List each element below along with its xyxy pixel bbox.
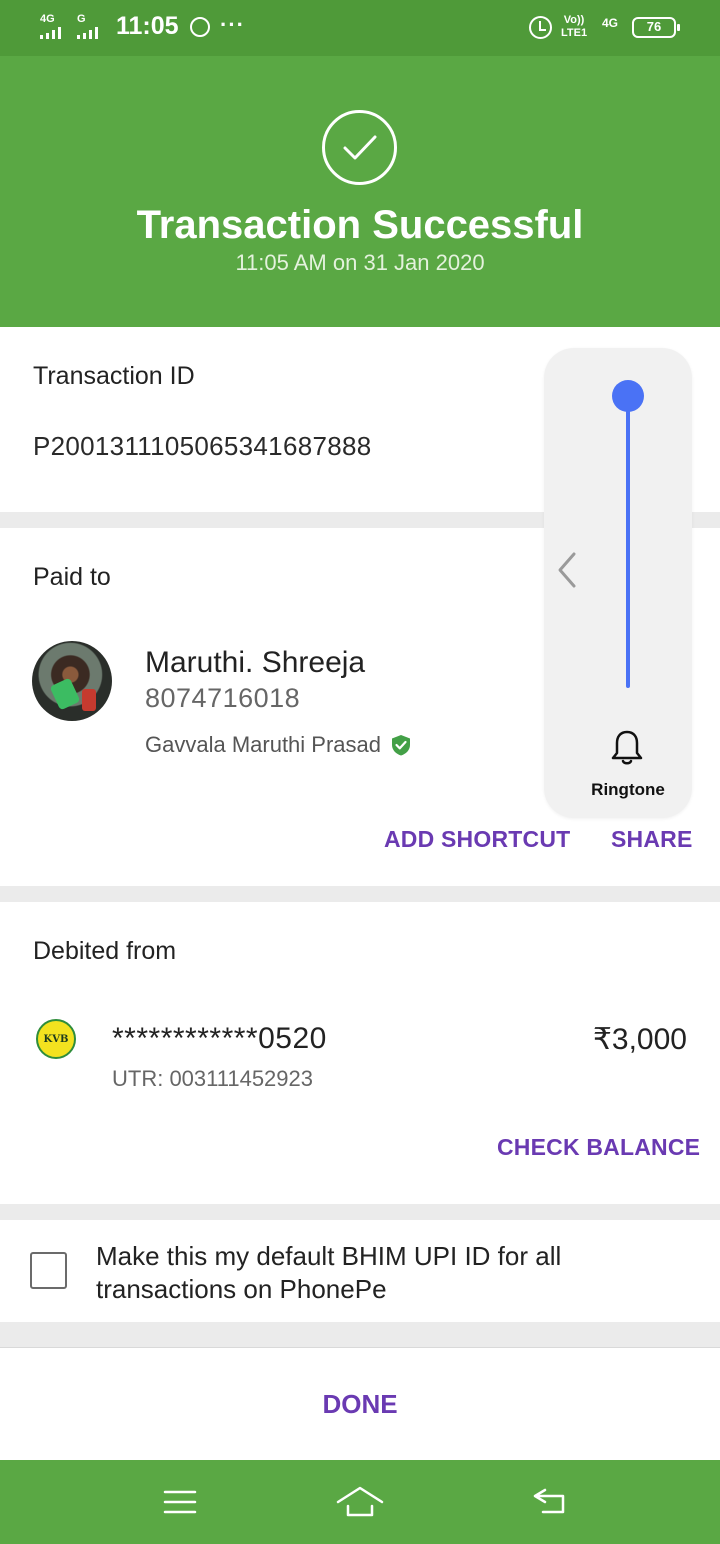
transaction-id-value[interactable]: P2001311105065341687888: [33, 431, 372, 462]
volume-slider-thumb[interactable]: [612, 380, 644, 412]
volte-label: Vo)): [563, 14, 585, 26]
utr-number: UTR: 003111452923: [112, 1066, 313, 1091]
account-number: ************0520: [112, 1022, 327, 1055]
sim1-network-label: 4G: [40, 13, 55, 25]
status-bar: 4G G 11:05 ··· Vo)) LTE1 4G 76: [0, 0, 720, 56]
paid-to-label: Paid to: [33, 563, 111, 591]
sim1-signal-icon: [40, 27, 61, 39]
verified-shield-icon: [392, 735, 410, 756]
transaction-id-label: Transaction ID: [33, 362, 195, 390]
share-button[interactable]: SHARE: [611, 826, 693, 853]
sim2-network-label: G: [77, 13, 86, 25]
add-shortcut-button[interactable]: ADD SHORTCUT: [384, 826, 570, 853]
volume-stream-label: Ringtone: [591, 780, 665, 799]
debited-from-card: Debited from KVB ************0520 UTR: 0…: [0, 902, 720, 1204]
payee-phone: 8074716018: [145, 683, 301, 713]
status-clock: 11:05: [116, 12, 179, 40]
sim2-signal-icon: [77, 27, 98, 39]
home-icon[interactable]: [330, 1478, 390, 1526]
success-header: Transaction Successful 11:05 AM on 31 Ja…: [0, 56, 720, 327]
default-upi-label[interactable]: Make this my default BHIM UPI ID for all…: [96, 1240, 656, 1306]
check-circle-icon: [322, 110, 397, 185]
debited-amount: ₹3,000: [592, 1023, 687, 1056]
check-balance-button[interactable]: CHECK BALANCE: [497, 1134, 700, 1161]
back-icon[interactable]: [519, 1478, 579, 1526]
payee-legal-name-row: Gavvala Maruthi Prasad: [145, 732, 411, 758]
done-bar: DONE: [0, 1347, 720, 1460]
alarm-icon: [529, 16, 552, 39]
done-button[interactable]: DONE: [0, 1389, 720, 1420]
whatsapp-icon: [190, 17, 210, 37]
payee-legal-name: Gavvala Maruthi Prasad: [145, 732, 381, 757]
system-nav-bar: [0, 1460, 720, 1544]
payee-name: Maruthi. Shreeja: [145, 646, 366, 679]
battery-icon: 76: [632, 17, 680, 38]
page-title: Transaction Successful: [136, 203, 584, 247]
default-upi-card: Make this my default BHIM UPI ID for all…: [0, 1220, 720, 1322]
volume-slider-track[interactable]: [626, 396, 630, 688]
volte-indicator: Vo)) LTE1: [561, 14, 587, 40]
transaction-timestamp: 11:05 AM on 31 Jan 2020: [235, 250, 485, 275]
chevron-left-icon[interactable]: [554, 550, 580, 590]
payee-avatar: [32, 641, 112, 721]
bell-icon[interactable]: [610, 728, 644, 766]
default-upi-checkbox[interactable]: [30, 1252, 67, 1289]
volume-panel: Ringtone: [544, 348, 692, 818]
debited-from-label: Debited from: [33, 937, 177, 965]
network-type-label: 4G: [602, 16, 619, 30]
bank-logo-text: KVB: [43, 1033, 69, 1045]
lte-label: LTE1: [561, 27, 588, 39]
menu-icon[interactable]: [150, 1478, 210, 1526]
battery-level: 76: [646, 19, 662, 34]
more-notifications-icon: ···: [220, 12, 245, 37]
bank-logo: KVB: [36, 1019, 76, 1059]
